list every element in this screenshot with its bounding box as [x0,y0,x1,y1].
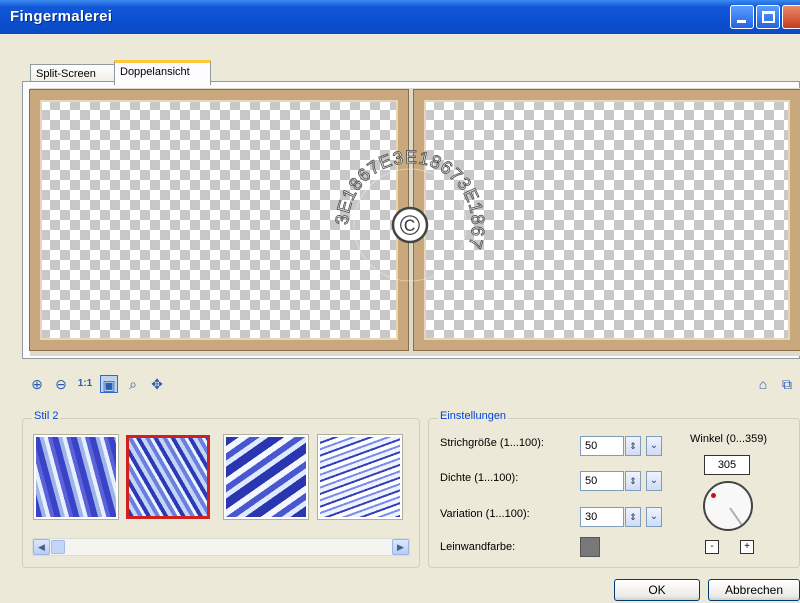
variation-dropdown[interactable]: ⌄ [646,507,662,527]
scroll-left-icon[interactable]: ◀ [33,539,50,555]
scroll-right-icon[interactable]: ▶ [392,539,409,555]
zoom-in-icon[interactable]: ⊕ [28,375,46,393]
close-button[interactable] [782,5,800,29]
tab-doppelansicht[interactable]: Doppelansicht [114,60,211,85]
fit-window-icon[interactable]: ▣ [100,375,118,393]
copyright-watermark: 3E1867E3E18673E1867 © [331,146,488,282]
maximize-button[interactable] [756,5,780,29]
canvas-color-swatch[interactable] [580,537,600,557]
style-thumbnail-3[interactable] [224,435,308,519]
angle-dial[interactable] [703,481,753,531]
scroll-thumb[interactable] [51,540,65,554]
angle-increase-button[interactable]: + [740,540,754,554]
copyright-symbol: © [400,210,421,241]
proof-icon[interactable]: ⌂ [754,375,772,393]
angle-decrease-button[interactable]: - [705,540,719,554]
stroke-size-spinner[interactable]: ⇕ [625,436,641,456]
density-spinner[interactable]: ⇕ [625,471,641,491]
angle-label: Winkel (0...359) [690,433,768,445]
density-dropdown[interactable]: ⌄ [646,471,662,491]
canvas-color-label: Leinwandfarbe: [440,541,516,553]
pan-icon[interactable]: ✥ [148,375,166,393]
density-label: Dichte (1...100): [440,472,519,484]
minimize-icon [737,20,746,23]
ok-button[interactable]: OK [614,579,700,601]
variation-label: Variation (1...100): [440,508,530,520]
variation-input[interactable]: 30 [580,507,624,527]
maximize-icon [762,11,775,23]
dial-needle [729,507,745,529]
style-thumbnail-1[interactable] [34,435,118,519]
angle-input[interactable]: 305 [704,455,750,475]
style-thumbnail-2[interactable] [126,435,210,519]
stroke-size-input[interactable]: 50 [580,436,624,456]
settings-group-legend: Einstellungen [438,410,509,422]
variation-spinner[interactable]: ⇕ [625,507,641,527]
minimize-button[interactable] [730,5,754,29]
style-group-legend: Stil 2 [32,410,61,422]
stroke-size-label: Strichgröße (1...100): [440,437,544,449]
preview-icon[interactable]: ⧉ [778,375,796,393]
window-title: Fingermalerei [10,8,113,25]
cancel-button[interactable]: Abbrechen [708,579,800,601]
zoom-out-icon[interactable]: ⊖ [52,375,70,393]
dial-marker [711,493,716,498]
density-input[interactable]: 50 [580,471,624,491]
style-scrollbar[interactable]: ◀ ▶ [32,538,410,556]
style-thumbnail-4[interactable] [318,435,402,519]
title-bar[interactable]: Fingermalerei [0,0,800,34]
stroke-size-dropdown[interactable]: ⌄ [646,436,662,456]
actual-size-icon[interactable]: 1:1 [76,375,94,393]
zoom-box-icon[interactable]: ⌕ [124,375,142,393]
